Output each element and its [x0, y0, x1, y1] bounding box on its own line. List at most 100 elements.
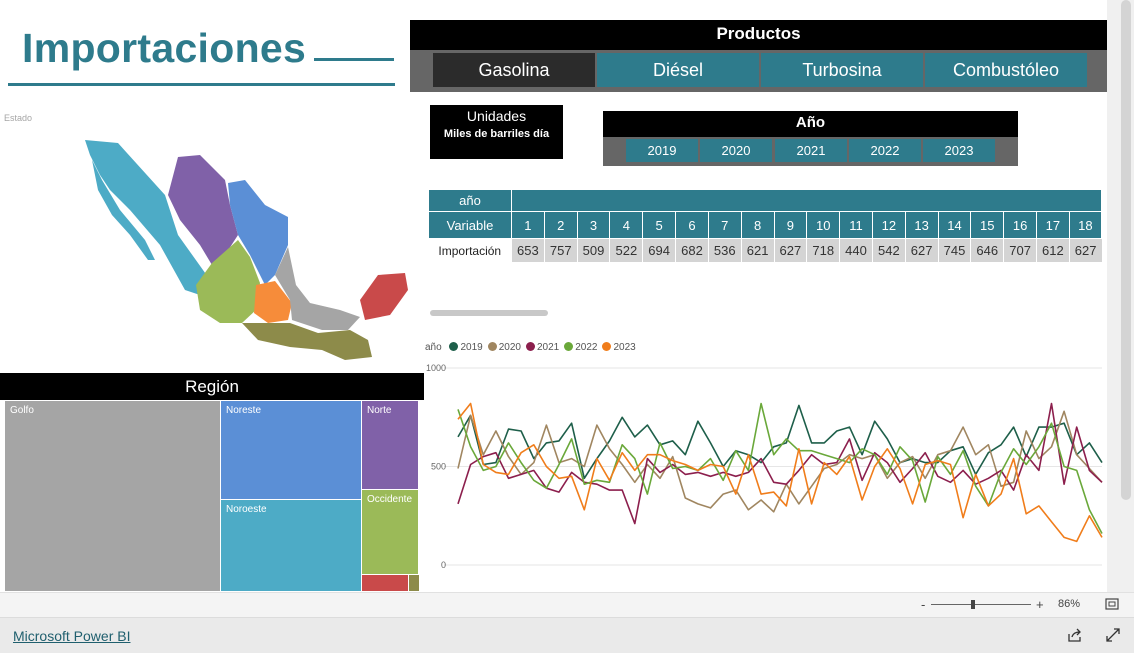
series-line-2019[interactable]: [457, 404, 1103, 480]
zoom-slider-track[interactable]: [931, 604, 1031, 605]
zoom-level: 86%: [1058, 598, 1081, 610]
treemap-tile-golfo[interactable]: Golfo: [4, 400, 221, 592]
matrix-column-header: 15: [970, 211, 1005, 239]
zoom-out-button[interactable]: -: [921, 597, 925, 612]
treemap-tile-noreste[interactable]: Noreste: [220, 400, 362, 500]
matrix-cell: 509: [576, 238, 610, 262]
matrix-column-header: 6: [675, 211, 709, 239]
chart-legend: año 2019 2020 2021 2022 2023: [425, 342, 641, 353]
matrix-cell: 627: [773, 238, 807, 262]
matrix-column-header: 2: [543, 211, 578, 239]
fullscreen-icon[interactable]: [1106, 628, 1120, 642]
year-option-2019[interactable]: 2019: [626, 139, 698, 162]
matrix-cell: 694: [642, 238, 676, 262]
share-icon[interactable]: [1067, 628, 1083, 642]
matrix-cell: 653: [511, 238, 545, 262]
power-bi-link[interactable]: Microsoft Power BI: [13, 628, 130, 644]
year-header: Año: [603, 111, 1018, 137]
page-title: Importaciones: [22, 25, 307, 71]
matrix-cell: 627: [904, 238, 939, 262]
matrix-column-header: 8: [740, 211, 775, 239]
matrix-cell: 440: [839, 238, 873, 262]
legend-label: 2020: [498, 342, 521, 353]
matrix-cell: 745: [937, 238, 971, 262]
legend-marker: [449, 342, 459, 351]
legend-item[interactable]: 2023: [602, 342, 636, 353]
treemap-label: Occidente: [367, 494, 413, 505]
tab-turbosina[interactable]: Turbosina: [761, 53, 923, 87]
mexico-states-map[interactable]: [60, 135, 420, 365]
legend-item[interactable]: 2020: [487, 342, 521, 353]
matrix-cell: 718: [806, 238, 840, 262]
legend-title: año: [425, 342, 442, 353]
footer: Microsoft Power BI: [0, 617, 1134, 653]
zoom-bar: - + 86%: [0, 592, 1134, 617]
productos-header: Productos: [410, 20, 1107, 50]
legend-label: 2022: [575, 342, 598, 353]
matrix-header-band: [511, 189, 1102, 212]
line-chart[interactable]: 1000 500 0: [422, 358, 1107, 592]
legend-label: 2023: [613, 342, 636, 353]
region-header: Región: [0, 373, 424, 400]
tab-diesel[interactable]: Diésel: [597, 53, 759, 87]
matrix-column-header: 12: [871, 211, 906, 239]
matrix-cell: 621: [740, 238, 774, 262]
treemap-label: Noreste: [226, 405, 262, 416]
series-line-2020[interactable]: [457, 410, 1103, 513]
treemap-tile-sur[interactable]: [408, 574, 420, 592]
y-tick-label: 1000: [426, 363, 446, 373]
matrix-column-header: 11: [839, 211, 873, 239]
matrix-column-header: 4: [609, 211, 644, 239]
matrix-column-header: 10: [806, 211, 841, 239]
treemap-tile-occidente[interactable]: Occidente: [361, 489, 419, 575]
matrix-cell: 542: [871, 238, 906, 262]
legend-item[interactable]: 2021: [525, 342, 559, 353]
year-option-2022[interactable]: 2022: [849, 139, 921, 162]
title-dash: [314, 58, 394, 61]
treemap-tile-noroeste[interactable]: Noroeste: [220, 499, 362, 592]
treemap-tile-sureste[interactable]: [361, 574, 409, 592]
fit-to-page-icon[interactable]: [1105, 598, 1119, 610]
treemap-label: Noroeste: [226, 504, 267, 515]
tab-gasolina[interactable]: Gasolina: [433, 53, 595, 87]
legend-item[interactable]: 2019: [449, 342, 483, 353]
matrix-cell: 627: [1068, 238, 1102, 262]
map-label: Estado: [4, 113, 33, 123]
matrix-cell: 682: [675, 238, 709, 262]
matrix-column-header: 9: [773, 211, 808, 239]
matrix-column-header: 13: [904, 211, 939, 239]
treemap-label: Norte: [367, 405, 392, 416]
title-underline: [8, 83, 395, 86]
region-treemap[interactable]: Golfo Noreste Norte Noroeste Occidente: [4, 400, 424, 592]
matrix-column-header: 14: [937, 211, 972, 239]
matrix-column-header: 17: [1036, 211, 1070, 239]
year-option-2021[interactable]: 2021: [775, 139, 847, 162]
matrix-cell: 757: [543, 238, 578, 262]
year-option-2023[interactable]: 2023: [923, 139, 995, 162]
zoom-in-button[interactable]: +: [1036, 597, 1044, 612]
horizontal-scrollbar[interactable]: [430, 310, 548, 316]
series-line-2022[interactable]: [457, 402, 1103, 534]
legend-marker: [487, 342, 497, 351]
matrix-corner-variable: Variable: [428, 211, 512, 239]
legend-marker: [525, 342, 535, 351]
map-region-sur[interactable]: [242, 323, 372, 360]
legend-marker: [564, 342, 574, 351]
matrix-column-header: 5: [642, 211, 677, 239]
matrix-cell: 522: [609, 238, 643, 262]
matrix-column-header: 7: [707, 211, 742, 239]
product-slicer: Gasolina Diésel Turbosina Combustóleo: [410, 50, 1107, 92]
map-region-sureste[interactable]: [360, 273, 408, 320]
zoom-slider-thumb[interactable]: [971, 600, 975, 609]
units-title: Unidades: [466, 108, 527, 124]
treemap-tile-norte[interactable]: Norte: [361, 400, 419, 490]
year-option-2020[interactable]: 2020: [700, 139, 772, 162]
units-card: Unidades Miles de barriles día: [430, 105, 563, 159]
matrix-cell: 707: [1003, 238, 1037, 262]
vertical-scrollbar-thumb[interactable]: [1121, 0, 1131, 500]
year-slicer: 2019 2020 2021 2022 2023: [603, 137, 1018, 166]
import-matrix[interactable]: año Variable 1 2 3 4 5 6 7 8 9 10 11 12 13 14 15 16 17 18…: [428, 189, 1103, 262]
y-tick-label: 0: [441, 560, 446, 570]
tab-combustoleo[interactable]: Combustóleo: [925, 53, 1087, 87]
legend-item[interactable]: 2022: [564, 342, 597, 353]
